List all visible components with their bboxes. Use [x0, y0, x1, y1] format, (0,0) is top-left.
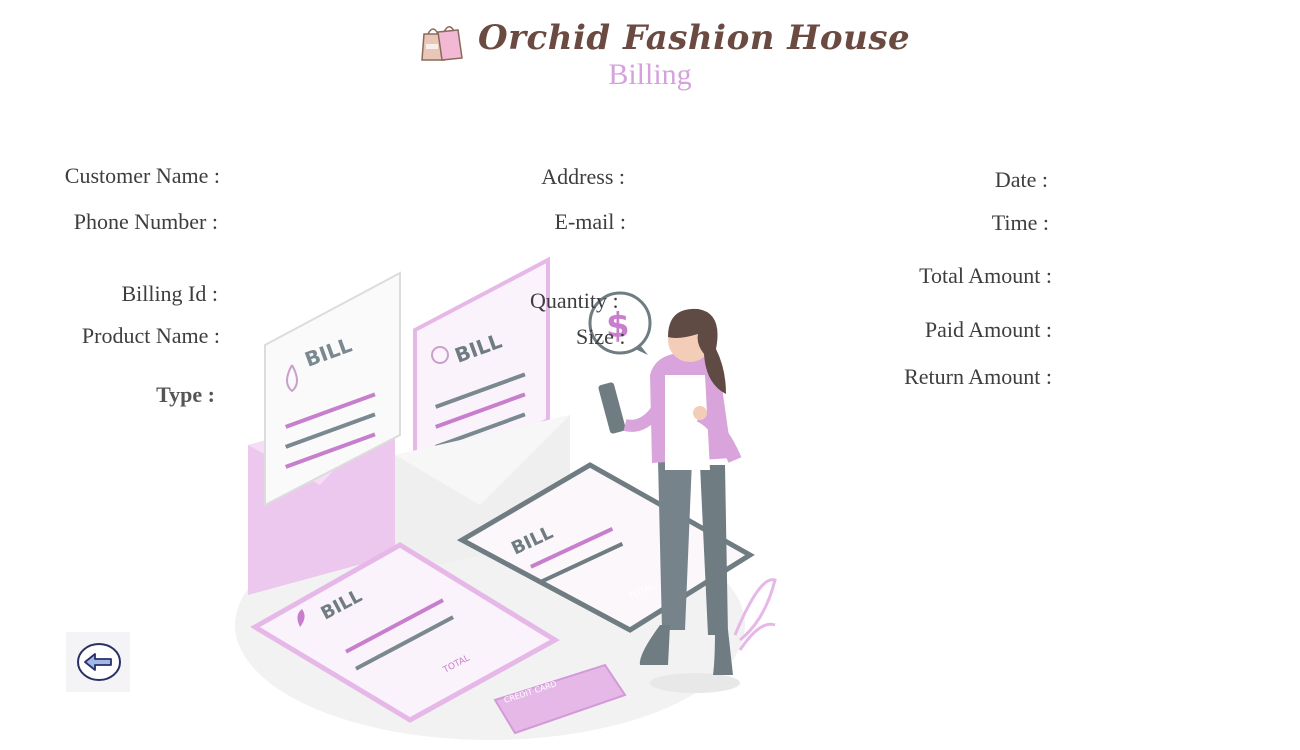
- date-label: Date :: [994, 167, 1048, 192]
- quantity-label: Quantity :: [530, 288, 619, 313]
- billing-illustration: BILL BILL BILL TOTAL BILL TOTAL CREDIT C…: [230, 255, 790, 745]
- product-name-label: Product Name :: [81, 323, 220, 348]
- address-label: Address :: [541, 164, 625, 189]
- customer-name-label: Customer Name :: [64, 163, 220, 188]
- paid-amount-label: Paid Amount :: [924, 317, 1052, 342]
- phone-number-label: Phone Number :: [73, 209, 218, 234]
- shopping-bags-icon: [418, 22, 464, 62]
- back-arrow-icon: [77, 643, 121, 681]
- page-subtitle: Billing: [608, 58, 692, 91]
- size-label: Size :: [576, 324, 626, 349]
- total-amount-label: Total Amount :: [919, 263, 1052, 288]
- billing-id-label: Billing Id :: [121, 281, 218, 306]
- app-title: Orchid Fashion House: [478, 18, 911, 58]
- type-label: Type :: [156, 382, 215, 407]
- email-label: E-mail :: [554, 209, 626, 234]
- back-button[interactable]: [66, 632, 130, 692]
- return-amount-label: Return Amount :: [904, 364, 1052, 389]
- time-label: Time :: [991, 210, 1049, 235]
